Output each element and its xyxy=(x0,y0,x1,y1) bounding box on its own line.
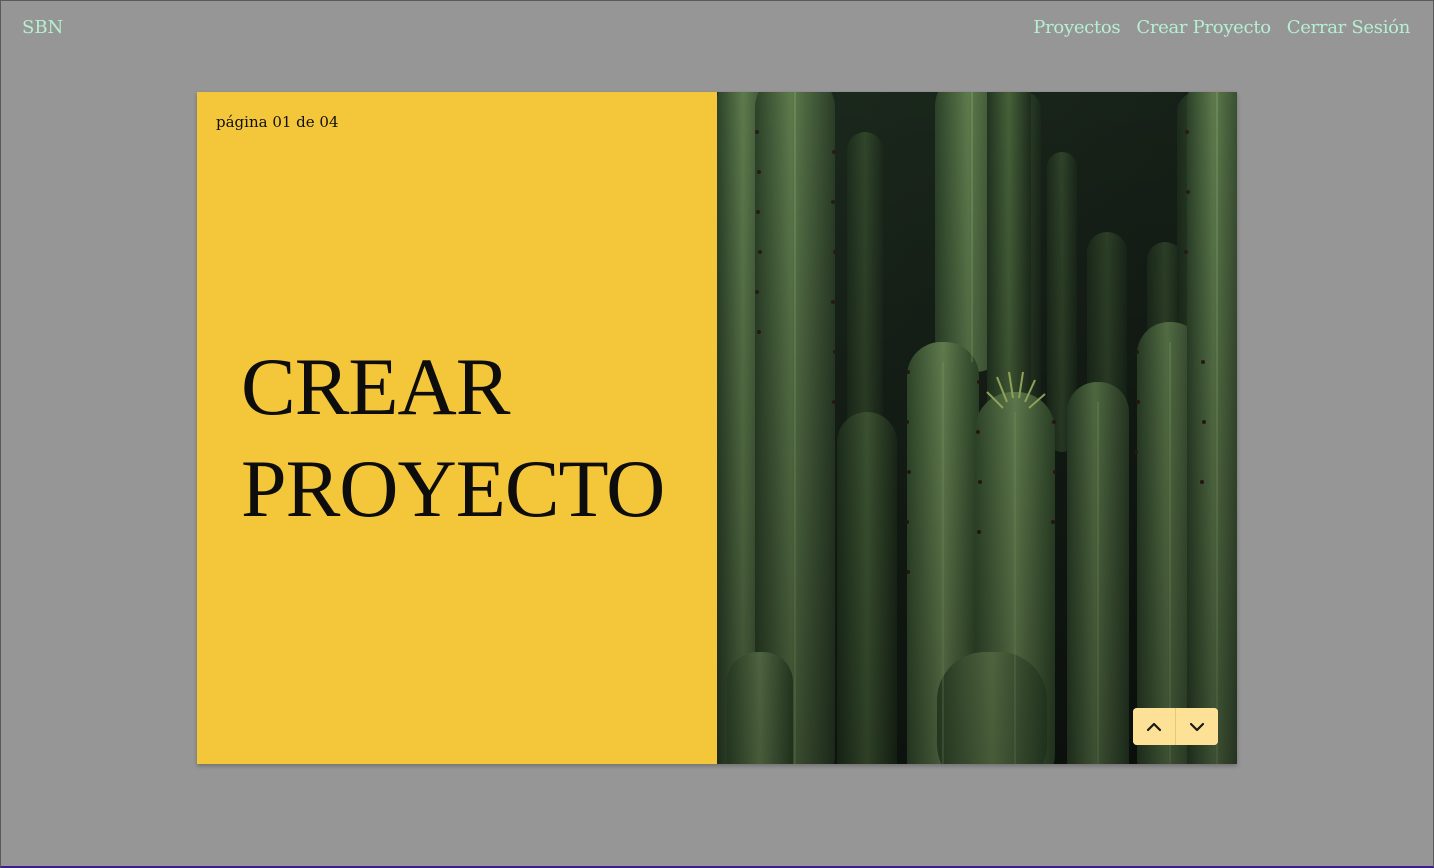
previous-slide-button[interactable] xyxy=(1133,708,1175,745)
next-slide-button[interactable] xyxy=(1175,708,1218,745)
page-indicator: página 01 de 04 xyxy=(216,113,339,131)
slide-card: página 01 de 04 CREAR PROYECTO xyxy=(197,92,1237,764)
chevron-down-icon xyxy=(1190,722,1204,731)
nav-links: Proyectos Crear Proyecto Cerrar Sesión xyxy=(1033,17,1410,38)
navbar: SBN Proyectos Crear Proyecto Cerrar Sesi… xyxy=(1,1,1433,57)
slide-text-panel: página 01 de 04 CREAR PROYECTO xyxy=(197,92,717,764)
chevron-up-icon xyxy=(1147,722,1161,731)
slide-title-line-1: CREAR xyxy=(241,341,510,432)
slide-title: CREAR PROYECTO xyxy=(241,336,665,540)
slide-pager xyxy=(1133,708,1218,745)
nav-link-proyectos[interactable]: Proyectos xyxy=(1033,17,1120,38)
cactus-photo xyxy=(717,92,1237,764)
slide-title-line-2: PROYECTO xyxy=(241,443,665,534)
nav-link-cerrar-sesion[interactable]: Cerrar Sesión xyxy=(1287,17,1411,38)
brand-link[interactable]: SBN xyxy=(22,17,63,38)
nav-link-crear-proyecto[interactable]: Crear Proyecto xyxy=(1136,17,1271,38)
slide-image-panel xyxy=(717,92,1237,764)
